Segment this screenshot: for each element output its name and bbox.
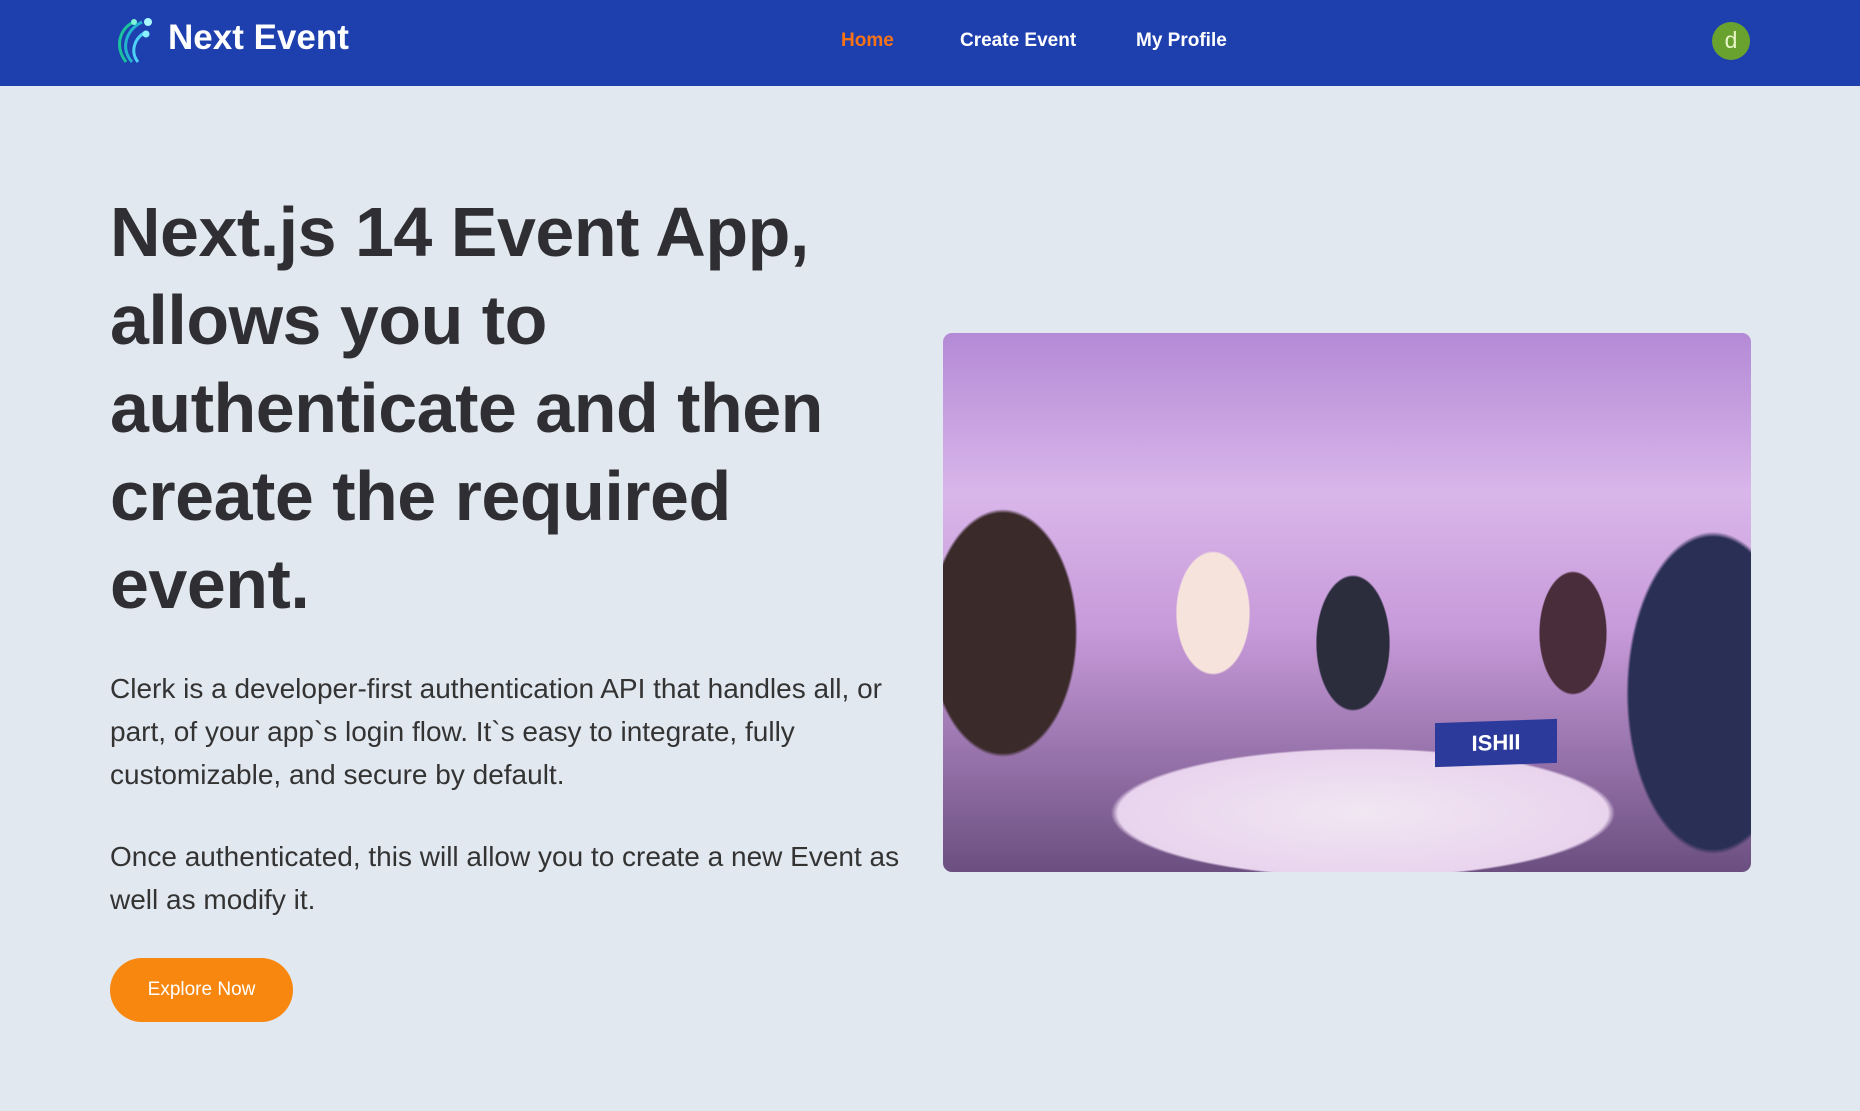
hero-image: ISHII (943, 333, 1751, 872)
nav-home[interactable]: Home (841, 30, 894, 52)
navbar: Next Event Home Create Event My Profile … (0, 0, 1860, 86)
nav-create-event[interactable]: Create Event (960, 30, 1076, 52)
name-sign: ISHII (1435, 718, 1557, 768)
logo-icon (118, 18, 152, 63)
explore-now-button[interactable]: Explore Now (110, 958, 293, 1022)
brand-name[interactable]: Next Event (168, 18, 349, 58)
hero-paragraph-1: Clerk is a developer-first authenticatio… (110, 673, 882, 790)
nav-my-profile[interactable]: My Profile (1136, 30, 1227, 52)
hero-title: Next.js 14 Event App, allows you to auth… (110, 193, 823, 623)
user-avatar[interactable]: d (1712, 22, 1750, 60)
hero-paragraph-2: Once authenticated, this will allow you … (110, 841, 900, 915)
